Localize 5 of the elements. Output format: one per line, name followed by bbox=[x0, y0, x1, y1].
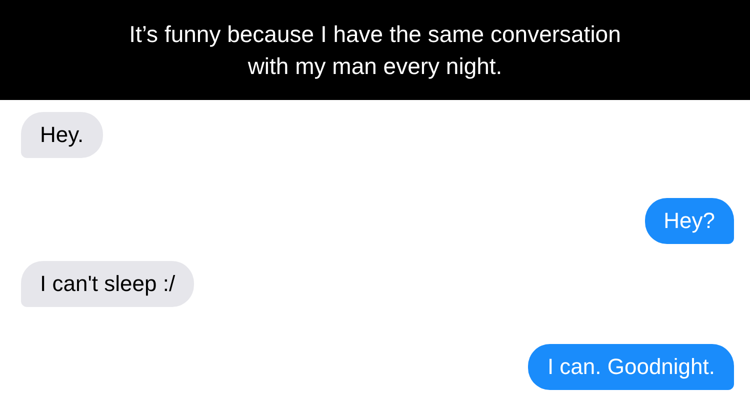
caption: It’s funny because I have the same conversation with my man every night. bbox=[128, 20, 622, 81]
received-message-bubble: I can't sleep :/ bbox=[21, 261, 194, 307]
sent-message-bubble: Hey? bbox=[644, 198, 734, 244]
sent-message-bubble: I can. Goodnight. bbox=[528, 344, 734, 390]
received-message-bubble: Hey. bbox=[21, 112, 103, 158]
